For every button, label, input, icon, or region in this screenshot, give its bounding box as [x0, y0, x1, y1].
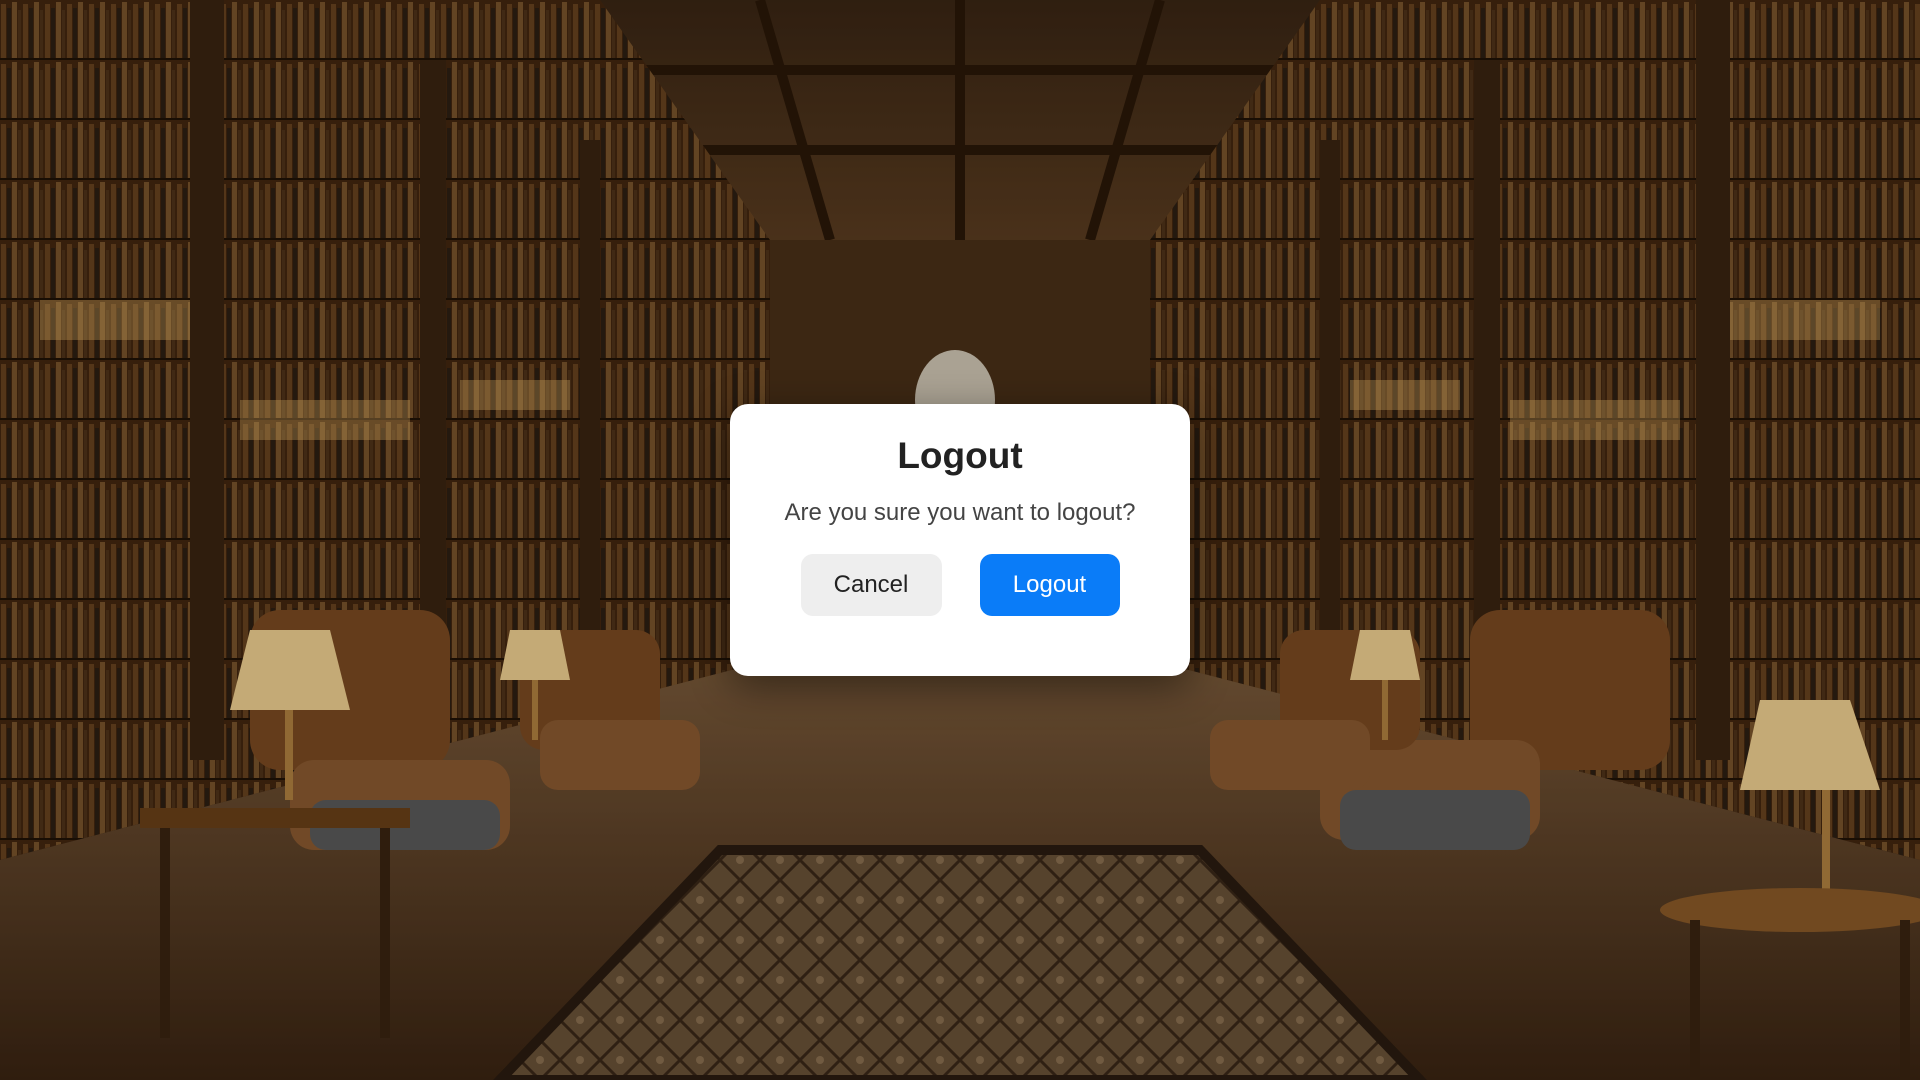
- logout-dialog: Logout Are you sure you want to logout? …: [730, 404, 1190, 676]
- dialog-actions: Cancel Logout: [730, 554, 1190, 616]
- dialog-title: Logout: [897, 435, 1023, 476]
- app-screen: Logout Are you sure you want to logout? …: [0, 0, 1920, 1080]
- cancel-button[interactable]: Cancel: [800, 554, 942, 616]
- dialog-message: Are you sure you want to logout?: [784, 499, 1136, 526]
- logout-button[interactable]: Logout: [979, 554, 1120, 616]
